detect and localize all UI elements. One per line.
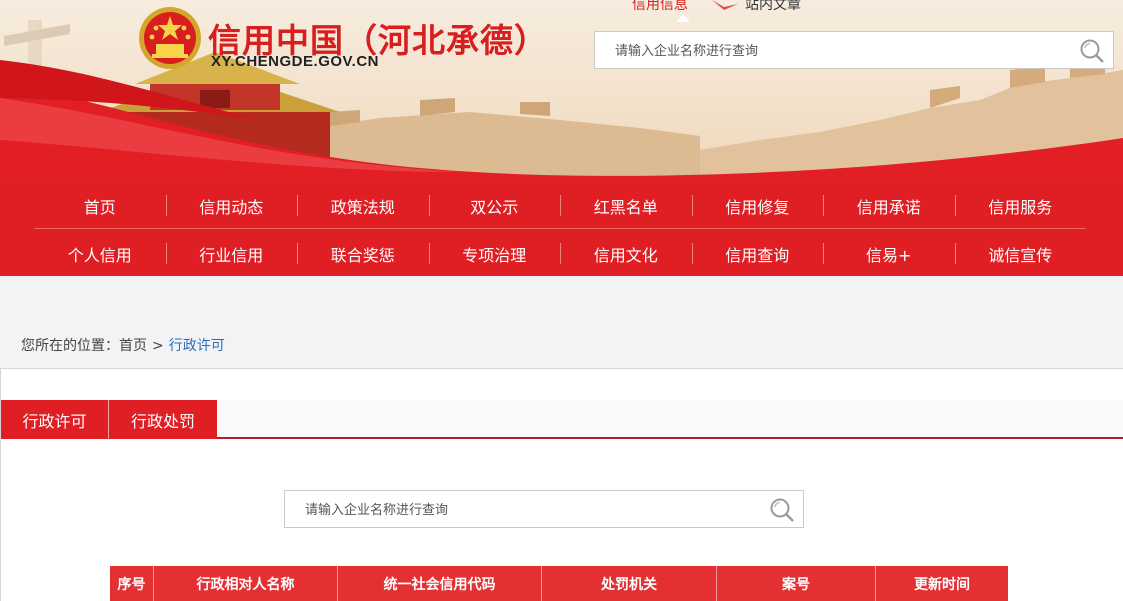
nav-item-joint-rewards[interactable]: 联合奖惩 [297,230,429,277]
nav-row-1: 首页 信用动态 政策法规 双公示 红黑名单 信用修复 信用承诺 信用服务 [34,182,1086,229]
breadcrumb-separator: > [152,338,164,354]
search-tab-site-articles[interactable]: 站内文章 [745,0,801,14]
site-url: XY.CHENGDE.GOV.CN [211,53,379,70]
nav-item-credit-repair[interactable]: 信用修复 [691,182,824,229]
main-navigation: 首页 信用动态 政策法规 双公示 红黑名单 信用修复 信用承诺 信用服务 个人信… [0,182,1123,276]
tab-administrative-penalty[interactable]: 行政处罚 [108,400,217,439]
records-table-header: 序号 行政相对人名称 统一社会信用代码 处罚机关 案号 更新时间 [110,566,1008,601]
nav-item-credit-query[interactable]: 信用查询 [691,230,824,277]
header-search-box [594,31,1114,69]
category-tab-bar: 行政许可 行政处罚 [1,400,1123,439]
nav-item-integrity-promotion[interactable]: 诚信宣传 [954,230,1087,277]
nav-row-2: 个人信用 行业信用 联合奖惩 专项治理 信用文化 信用查询 信易+ 诚信宣传 [34,230,1086,277]
record-search-box [284,490,804,528]
nav-item-red-black-list[interactable]: 红黑名单 [560,182,692,229]
nav-item-personal-credit[interactable]: 个人信用 [34,230,166,277]
breadcrumb-current[interactable]: 行政许可 [169,338,225,354]
bird-decoration-icon [712,0,738,10]
column-header-credit-code[interactable]: 统一社会信用代码 [338,566,542,601]
nav-item-credit-news[interactable]: 信用动态 [165,182,298,229]
breadcrumb-prefix: 您所在的位置： [21,338,119,354]
active-tab-caret-icon [676,14,690,22]
nav-item-credit-service[interactable]: 信用服务 [954,182,1087,229]
breadcrumb: 您所在的位置：首页 > 行政许可 [21,335,225,355]
nav-item-double-publicity[interactable]: 双公示 [428,182,561,229]
nav-item-policy[interactable]: 政策法规 [297,182,429,229]
column-header-party-name[interactable]: 行政相对人名称 [154,566,338,601]
nav-item-credit-commitment[interactable]: 信用承诺 [823,182,955,229]
column-header-authority[interactable]: 处罚机关 [542,566,717,601]
nav-item-industry-credit[interactable]: 行业信用 [165,230,298,277]
header-search-input[interactable] [615,41,1055,61]
search-tab-credit-info[interactable]: 信用信息 [632,0,688,14]
national-emblem-icon [139,7,201,69]
header-banner: 信用中国（河北承德） XY.CHENGDE.GOV.CN 信用信息 站内文章 [0,0,1123,182]
nav-item-special-governance[interactable]: 专项治理 [428,230,561,277]
nav-item-home[interactable]: 首页 [34,182,166,229]
search-icon[interactable] [1079,38,1105,64]
nav-item-credit-culture[interactable]: 信用文化 [560,230,692,277]
column-header-case-number[interactable]: 案号 [717,566,876,601]
breadcrumb-home-link[interactable]: 首页 [119,338,147,354]
tab-administrative-permit[interactable]: 行政许可 [1,400,108,439]
nav-item-xinyi-plus[interactable]: 信易+ [823,230,955,277]
record-search-input[interactable] [305,500,745,520]
column-header-index[interactable]: 序号 [110,566,154,601]
search-icon[interactable] [769,497,795,523]
column-header-update-time[interactable]: 更新时间 [876,566,1008,601]
